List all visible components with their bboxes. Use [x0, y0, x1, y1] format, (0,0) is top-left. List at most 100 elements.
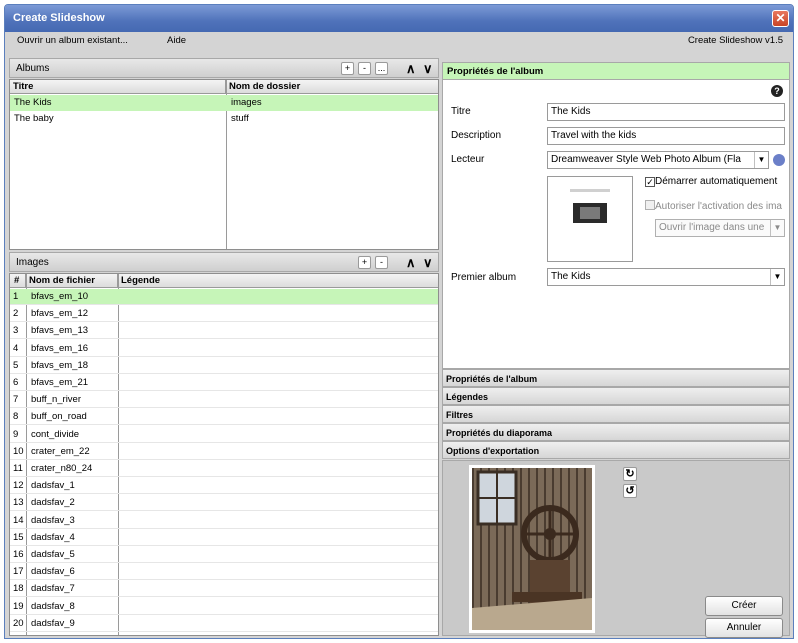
image-row[interactable]: 17 dadsfav_6	[10, 564, 438, 581]
menu-help[interactable]: Aide	[167, 32, 186, 50]
images-table: # Nom de fichier Légende 1 bfavs_em_10 2 bf…	[9, 273, 439, 636]
image-filename: dadsfav_5	[31, 549, 75, 560]
image-filename: dadsfav_7	[31, 583, 75, 595]
first-album-select[interactable]: The Kids ▼	[547, 268, 785, 286]
album-row[interactable]: The Kids images	[10, 95, 438, 111]
open-image-select[interactable]: Ouvrir l'image dans une ▼	[655, 219, 785, 237]
image-row[interactable]: 2 bfavs_em_12	[10, 306, 438, 323]
row-divider	[10, 355, 438, 357]
add-image-button[interactable]: +	[358, 256, 371, 269]
image-row[interactable]: 1 bfavs_em_10	[10, 289, 438, 305]
image-number: 7	[13, 394, 19, 406]
section-captions[interactable]: Légendes	[442, 387, 790, 405]
allow-checkbox[interactable]	[645, 200, 655, 210]
image-number: 17	[13, 566, 24, 578]
rotate-clockwise-icon[interactable]: ↻	[623, 467, 637, 481]
image-row[interactable]: 3 bfavs_em_13	[10, 323, 438, 340]
player-info-icon[interactable]	[773, 154, 785, 166]
title-field[interactable]: The Kids	[547, 103, 785, 121]
album-properties-header[interactable]: Propriétés de l'album	[443, 63, 789, 80]
album-folder: images	[231, 97, 262, 108]
image-caption	[119, 306, 438, 322]
images-col-filename[interactable]: Nom de fichier	[26, 274, 118, 288]
image-filename: buff_on_road	[31, 411, 87, 423]
images-col-caption[interactable]: Légende	[118, 274, 438, 288]
image-row[interactable]: 20 dadsfav_9	[10, 616, 438, 632]
chevron-down-icon: ▼	[770, 269, 784, 285]
image-caption	[119, 358, 438, 374]
help-icon[interactable]: ?	[771, 85, 783, 97]
image-number: 12	[13, 480, 24, 492]
row-divider	[10, 424, 438, 426]
albums-table: Titre Nom de dossier The Kids images The…	[9, 79, 439, 250]
image-filename: crater_em_22	[31, 445, 90, 457]
description-field[interactable]: Travel with the kids	[547, 127, 785, 145]
image-number: 13	[13, 497, 24, 509]
image-row[interactable]: 6 bfavs_em_21	[10, 375, 438, 391]
cancel-button[interactable]: Annuler	[705, 618, 783, 638]
create-button[interactable]: Créer	[705, 596, 783, 616]
section-export-options[interactable]: Options d'exportation	[442, 441, 790, 459]
player-value: Dreamweaver Style Web Photo Album (Fla	[551, 154, 741, 165]
edit-album-button[interactable]: ...	[375, 62, 388, 75]
row-divider	[10, 458, 438, 460]
image-row[interactable]: 7 buff_n_river	[10, 392, 438, 409]
image-row[interactable]: 12 dadsfav_1	[10, 478, 438, 495]
image-row[interactable]: 14 dadsfav_3	[10, 513, 438, 529]
move-image-up-icon[interactable]: ∧	[406, 255, 416, 270]
image-row[interactable]: 15 dadsfav_4	[10, 530, 438, 546]
image-filename: dadsfav_3	[31, 514, 75, 526]
close-icon[interactable]: ✕	[772, 10, 789, 27]
images-col-number[interactable]: #	[10, 274, 26, 288]
image-filename: bfavs_em_16	[31, 342, 89, 354]
image-caption	[119, 547, 438, 563]
image-caption	[119, 341, 438, 357]
albums-col-folder[interactable]: Nom de dossier	[226, 80, 438, 94]
image-filename: dadsfav_9	[31, 617, 75, 629]
title-bar: Create Slideshow ✕	[5, 5, 793, 32]
album-row[interactable]: The baby stuff	[10, 111, 438, 127]
section-album-properties[interactable]: Propriétés de l'album	[442, 369, 790, 387]
menu-bar: Ouvrir un album existant... Aide Create …	[5, 32, 793, 50]
image-row[interactable]: 10 crater_em_22	[10, 444, 438, 460]
allow-checkbox-row[interactable]: Autoriser l'activation des ima	[645, 200, 789, 212]
remove-album-button[interactable]: -	[358, 62, 371, 75]
image-row[interactable]: 11 crater_n80_24	[10, 461, 438, 477]
image-row[interactable]: 5 bfavs_em_18	[10, 358, 438, 374]
image-filename: dadsfav_1	[31, 480, 75, 492]
move-album-down-icon[interactable]: ∨	[423, 61, 433, 76]
section-slideshow-properties[interactable]: Propriétés du diaporama	[442, 423, 790, 441]
row-divider	[10, 579, 438, 581]
albums-panel-header: Albums + - ... ∧ ∨	[9, 58, 439, 78]
image-filename: bfavs_em_18	[31, 359, 89, 371]
albums-col-title[interactable]: Titre	[10, 80, 226, 94]
remove-image-button[interactable]: -	[375, 256, 388, 269]
image-row[interactable]: 18 dadsfav_7	[10, 581, 438, 598]
menu-open-album[interactable]: Ouvrir un album existant...	[17, 32, 128, 50]
image-row[interactable]: 13 dadsfav_2	[10, 495, 438, 512]
player-label: Lecteur	[451, 154, 485, 165]
image-caption	[119, 375, 438, 391]
image-filename: dadsfav_8	[31, 600, 75, 612]
image-caption	[119, 461, 438, 477]
image-caption	[119, 599, 438, 615]
autostart-checkbox[interactable]: ✓	[645, 177, 655, 187]
autostart-checkbox-row[interactable]: ✓Démarrer automatiquement	[645, 176, 777, 187]
image-preview-area: ↻ ↺ Créer Annuler	[442, 460, 790, 638]
images-panel-header: Images + - ∧ ∨	[9, 252, 439, 272]
section-filters[interactable]: Filtres	[442, 405, 790, 423]
image-row[interactable]: 9 cont_divide	[10, 427, 438, 443]
row-divider	[10, 630, 438, 632]
image-row[interactable]: 16 dadsfav_5	[10, 547, 438, 563]
image-number: 10	[13, 445, 24, 457]
move-album-up-icon[interactable]: ∧	[406, 61, 416, 76]
image-row[interactable]: 19 dadsfav_8	[10, 599, 438, 615]
add-album-button[interactable]: +	[341, 62, 354, 75]
row-divider	[10, 527, 438, 529]
row-divider	[10, 304, 438, 305]
move-image-down-icon[interactable]: ∨	[423, 255, 433, 270]
image-row[interactable]: 8 buff_on_road	[10, 409, 438, 426]
player-select[interactable]: Dreamweaver Style Web Photo Album (Fla ▼	[547, 151, 769, 169]
rotate-counterclockwise-icon[interactable]: ↺	[623, 484, 637, 498]
image-row[interactable]: 4 bfavs_em_16	[10, 341, 438, 357]
